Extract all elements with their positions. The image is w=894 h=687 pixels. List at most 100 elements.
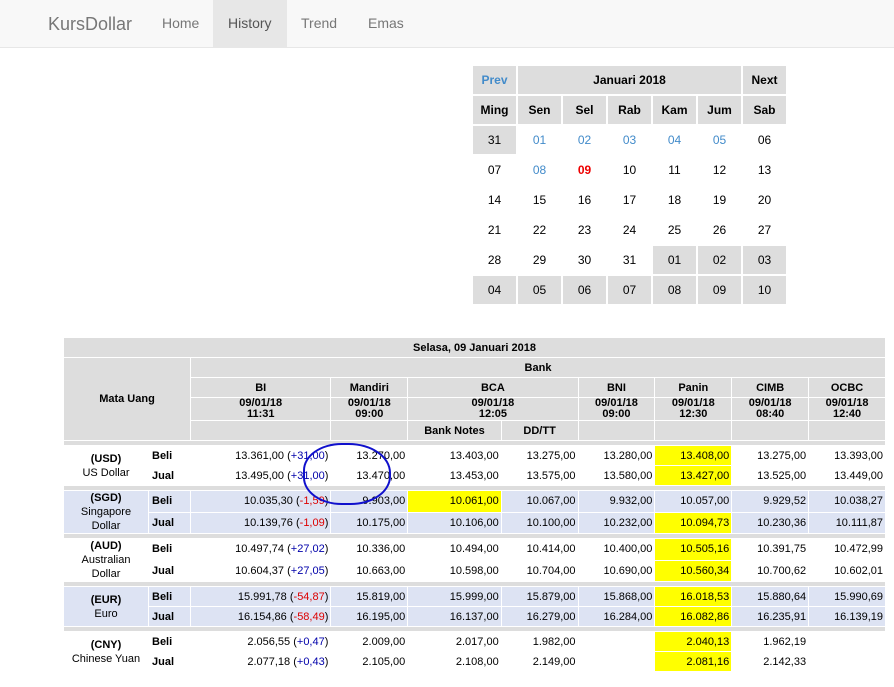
sell-label: Jual <box>149 512 190 533</box>
calendar-day[interactable]: 07 <box>608 276 651 304</box>
calendar-day[interactable]: 09 <box>563 156 606 184</box>
rate-cell-bca_notes: 16.137,00 <box>408 607 501 626</box>
rate-cell-bca_tt: 15.879,00 <box>501 587 578 606</box>
calendar-day[interactable]: 11 <box>653 156 696 184</box>
nav-history[interactable]: History <box>213 0 287 47</box>
nav-emas[interactable]: Emas <box>353 0 419 47</box>
calendar-day[interactable]: 02 <box>563 126 606 154</box>
calendar-day[interactable]: 04 <box>473 276 516 304</box>
calendar-day[interactable]: 21 <box>473 216 516 244</box>
weekday-header: Ming <box>473 96 516 124</box>
calendar-day[interactable]: 12 <box>698 156 741 184</box>
buy-label: Beli <box>149 446 190 465</box>
calendar-day[interactable]: 24 <box>608 216 651 244</box>
sell-label: Jual <box>149 466 190 485</box>
rate-cell-bca_tt: 10.067,00 <box>501 491 578 512</box>
calendar-day[interactable]: 06 <box>743 126 786 154</box>
rate-cell-bca_tt: 1.982,00 <box>501 632 578 651</box>
prev-month-button[interactable]: Prev <box>473 66 516 94</box>
rate-cell-bca_notes: 10.061,00 <box>408 491 501 512</box>
rate-cell-bca_tt: 13.275,00 <box>501 446 578 465</box>
calendar-day[interactable]: 20 <box>743 186 786 214</box>
currency-column-header: Mata Uang <box>64 358 190 440</box>
calendar-day[interactable]: 09 <box>698 276 741 304</box>
rate-cell-panin: 13.408,00 <box>655 446 732 465</box>
rate-cell-cimb: 15.880,64 <box>732 587 809 606</box>
calendar-day[interactable]: 18 <box>653 186 696 214</box>
calendar-day[interactable]: 19 <box>698 186 741 214</box>
calendar-day[interactable]: 10 <box>743 276 786 304</box>
calendar-day[interactable]: 15 <box>518 186 561 214</box>
row-separator <box>64 627 885 631</box>
calendar-day[interactable]: 17 <box>608 186 651 214</box>
calendar-day[interactable]: 04 <box>653 126 696 154</box>
rate-cell-bi: 13.495,00 (+31,00) <box>191 466 331 485</box>
next-month-button[interactable]: Next <box>743 66 786 94</box>
calendar-day[interactable]: 02 <box>698 246 741 274</box>
calendar-day[interactable]: 23 <box>563 216 606 244</box>
calendar-day[interactable]: 08 <box>653 276 696 304</box>
calendar-day[interactable]: 14 <box>473 186 516 214</box>
calendar-day[interactable]: 01 <box>653 246 696 274</box>
rate-cell-panin: 16.082,86 <box>655 607 732 626</box>
calendar-week: 14 15 16 17 18 19 20 <box>473 186 786 214</box>
bank-update-time: 09/01/18 12:40 <box>809 398 885 420</box>
calendar-day[interactable]: 28 <box>473 246 516 274</box>
rate-cell-panin: 10.094,73 <box>655 512 732 533</box>
calendar-day[interactable]: 10 <box>608 156 651 184</box>
rate-cell-cimb: 10.391,75 <box>732 539 809 560</box>
bi-rate: 10.497,74 <box>235 543 285 556</box>
calendar-day[interactable]: 08 <box>518 156 561 184</box>
calendar-day[interactable]: 25 <box>653 216 696 244</box>
rate-cell-panin: 16.018,53 <box>655 587 732 606</box>
rate-cell-cimb: 13.275,00 <box>732 446 809 465</box>
calendar-week: 28 29 30 31 01 02 03 <box>473 246 786 274</box>
calendar-day[interactable]: 01 <box>518 126 561 154</box>
buy-label: Beli <box>149 632 190 651</box>
rate-cell-bca_notes: 15.999,00 <box>408 587 501 606</box>
rate-cell-bca_notes: 10.106,00 <box>408 512 501 533</box>
calendar-day[interactable]: 30 <box>563 246 606 274</box>
calendar-day[interactable]: 31 <box>608 246 651 274</box>
bi-change: -1,59 <box>299 495 325 508</box>
calendar-day[interactable]: 16 <box>563 186 606 214</box>
calendar-day[interactable]: 03 <box>743 246 786 274</box>
calendar-day[interactable]: 26 <box>698 216 741 244</box>
nav-home[interactable]: Home <box>147 0 214 47</box>
calendar-day[interactable]: 27 <box>743 216 786 244</box>
rate-cell-ocbc: 16.139,19 <box>809 607 885 626</box>
bank-time: 09:00 <box>355 408 384 420</box>
brand-logo[interactable]: KursDollar <box>48 14 132 35</box>
rate-cell-mandiri: 16.195,00 <box>331 607 408 626</box>
calendar-day[interactable]: 07 <box>473 156 516 184</box>
bi-rate: 2.077,18 <box>247 655 291 668</box>
bank-update-time: 09/01/18 11:31 <box>191 398 331 420</box>
calendar-day[interactable]: 13 <box>743 156 786 184</box>
calendar-day[interactable]: 22 <box>518 216 561 244</box>
calendar-day[interactable]: 05 <box>698 126 741 154</box>
currency-code: (AUD) <box>90 540 122 552</box>
calendar-day[interactable]: 06 <box>563 276 606 304</box>
bi-rate: 13.495,00 <box>235 469 285 482</box>
currency-name: US Dollar <box>82 466 130 479</box>
bank-name: CIMB <box>732 378 809 397</box>
calendar-day[interactable]: 05 <box>518 276 561 304</box>
calendar-day[interactable]: 31 <box>473 126 516 154</box>
bank-sub-header <box>191 421 331 440</box>
sell-label: Jual <box>149 607 190 626</box>
rate-cell-mandiri: 2.009,00 <box>331 632 408 651</box>
calendar-day[interactable]: 03 <box>608 126 651 154</box>
rate-cell-bca_tt: 16.279,00 <box>501 607 578 626</box>
currency-name: Singapore Dollar <box>80 506 132 532</box>
nav-trend[interactable]: Trend <box>286 0 352 47</box>
rate-cell-mandiri: 13.270,00 <box>331 446 408 465</box>
table-row: (AUD) Australian Dollar Beli 10.497,74 (+27… <box>64 539 885 581</box>
currency-name: Euro <box>94 607 118 620</box>
currency-code: (EUR) <box>90 593 122 606</box>
rate-cell-cimb: 2.142,33 <box>732 652 809 671</box>
bi-rate: 16.154,86 <box>237 610 287 623</box>
bank-name: BCA <box>408 378 578 397</box>
rate-cell-bi: 10.604,37 (+27,05) <box>191 560 331 581</box>
weekday-header: Rab <box>608 96 651 124</box>
calendar-day[interactable]: 29 <box>518 246 561 274</box>
